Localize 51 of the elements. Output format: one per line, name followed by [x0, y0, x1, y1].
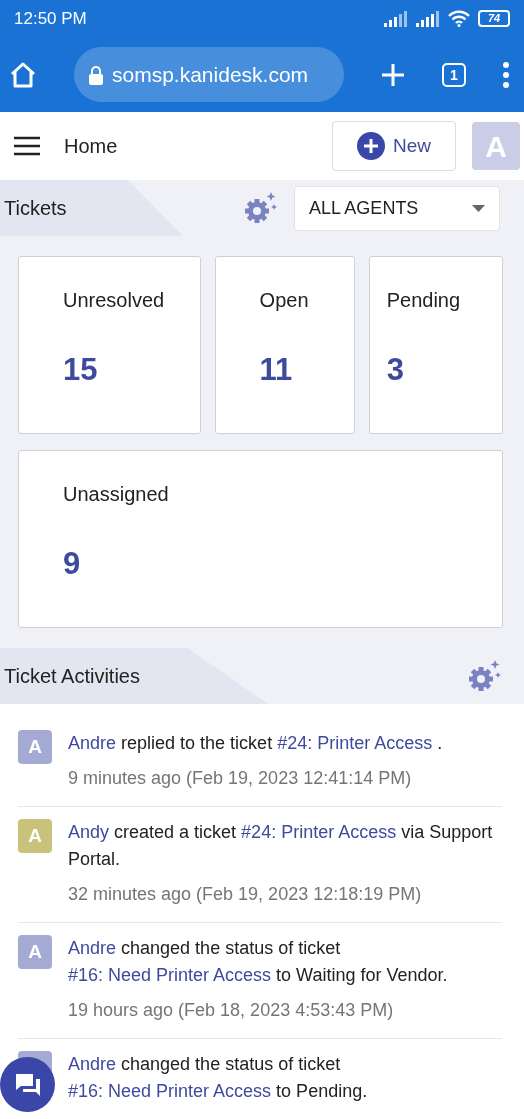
activity-text: Andre changed the status of ticket #16: Need Printer Access to Pending.	[68, 1053, 369, 1103]
ticket-link[interactable]: #24: Printer Access	[241, 822, 397, 842]
tab-count-button[interactable]: 1	[442, 62, 466, 87]
stat-card[interactable]: Pending 3	[368, 256, 503, 434]
activity-text: Andy created a ticket #24: Printer Access via Support Portal.	[68, 821, 494, 871]
signal-icon	[384, 10, 408, 27]
gear-icon[interactable]	[466, 659, 502, 693]
card-label: Unresolved	[63, 288, 165, 313]
stat-card[interactable]: Unassigned 9	[18, 450, 503, 628]
card-label: Pending	[386, 288, 461, 313]
card-label: Unassigned	[63, 482, 169, 507]
section-title: Ticket Activities	[3, 664, 140, 689]
chat-icon	[13, 1071, 42, 1098]
page-title: Home	[64, 134, 118, 159]
ticket-link[interactable]: #16: Need Printer Access	[68, 1081, 272, 1101]
user-link[interactable]: Andre	[68, 1054, 117, 1074]
ticket-link[interactable]: #24: Printer Access	[277, 733, 433, 753]
lock-icon	[88, 64, 104, 85]
user-avatar: A	[18, 819, 52, 853]
user-link[interactable]: Andre	[68, 938, 117, 958]
activity-time: 32 minutes ago (Feb 19, 2023 12:18:19 PM)	[68, 883, 423, 906]
status-time: 12:50 PM	[14, 7, 87, 30]
more-icon[interactable]	[502, 61, 510, 88]
stat-card[interactable]: Unresolved 15	[18, 256, 201, 434]
activity-text: Andre replied to the ticket #24: Printer Access .	[68, 732, 443, 755]
wifi-icon	[448, 10, 470, 27]
plus-icon[interactable]	[380, 61, 406, 88]
caret-icon	[472, 204, 485, 212]
gear-icon[interactable]	[242, 191, 278, 225]
signal-icon	[416, 10, 440, 27]
plus-circle-icon	[357, 132, 385, 160]
section-title: Tickets	[3, 196, 67, 221]
card-count: 3	[386, 351, 405, 389]
activity-time: 9 minutes ago (Feb 19, 2023 12:41:14 PM)	[68, 767, 413, 790]
user-link[interactable]: Andy	[68, 822, 110, 842]
card-count: 11	[259, 351, 294, 389]
user-avatar: A	[18, 730, 52, 764]
activity-text: Andre changed the status of ticket #16: Need Printer Access to Waiting for Vendor.	[68, 937, 449, 987]
battery-level: 74	[487, 13, 501, 24]
card-label: Open	[259, 288, 309, 313]
new-button[interactable]: New	[332, 121, 456, 171]
user-avatar: A	[18, 935, 52, 969]
activity-time: 19 hours ago (Feb 18, 2023 4:53:43 PM)	[68, 999, 395, 1022]
stat-card[interactable]: Open 11	[214, 256, 355, 434]
user-link[interactable]: Andre	[68, 733, 117, 753]
agent-dropdown[interactable]: ALL AGENTS	[294, 185, 500, 231]
menu-icon[interactable]	[14, 136, 40, 156]
chat-button[interactable]	[0, 1057, 55, 1112]
ticket-link[interactable]: #16: Need Printer Access	[68, 965, 272, 985]
card-count: 9	[63, 545, 82, 583]
card-count: 15	[63, 351, 99, 389]
